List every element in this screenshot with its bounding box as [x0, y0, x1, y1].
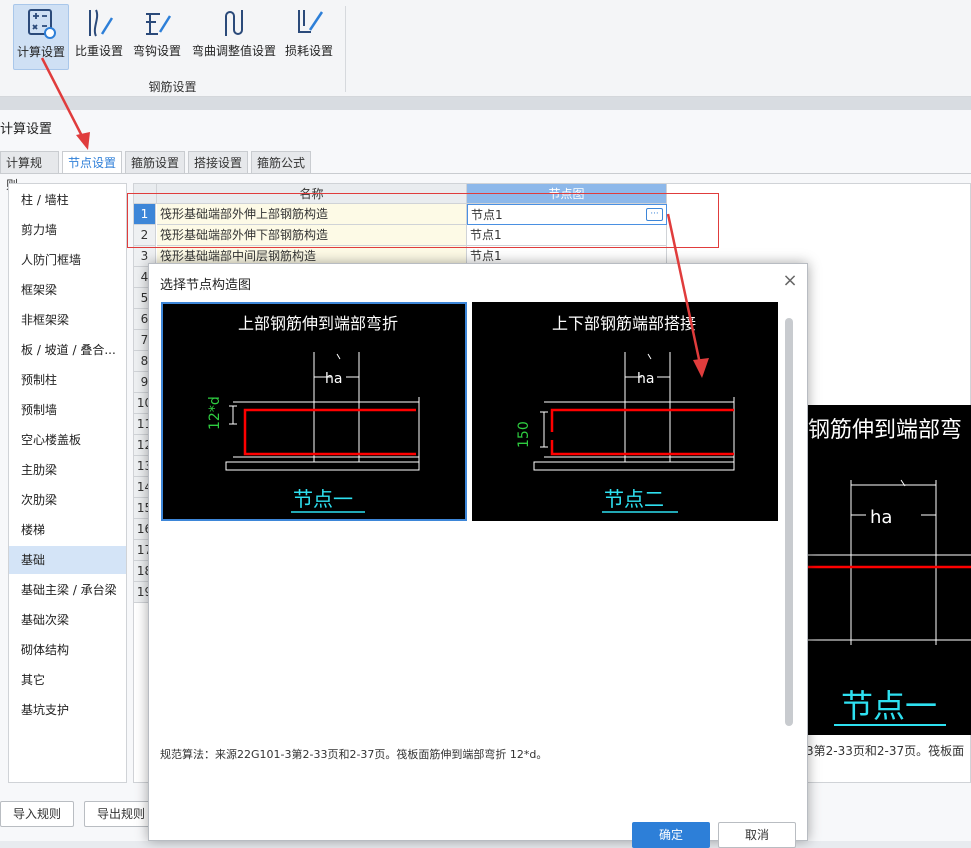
annotation-arrows: [40, 57, 709, 378]
